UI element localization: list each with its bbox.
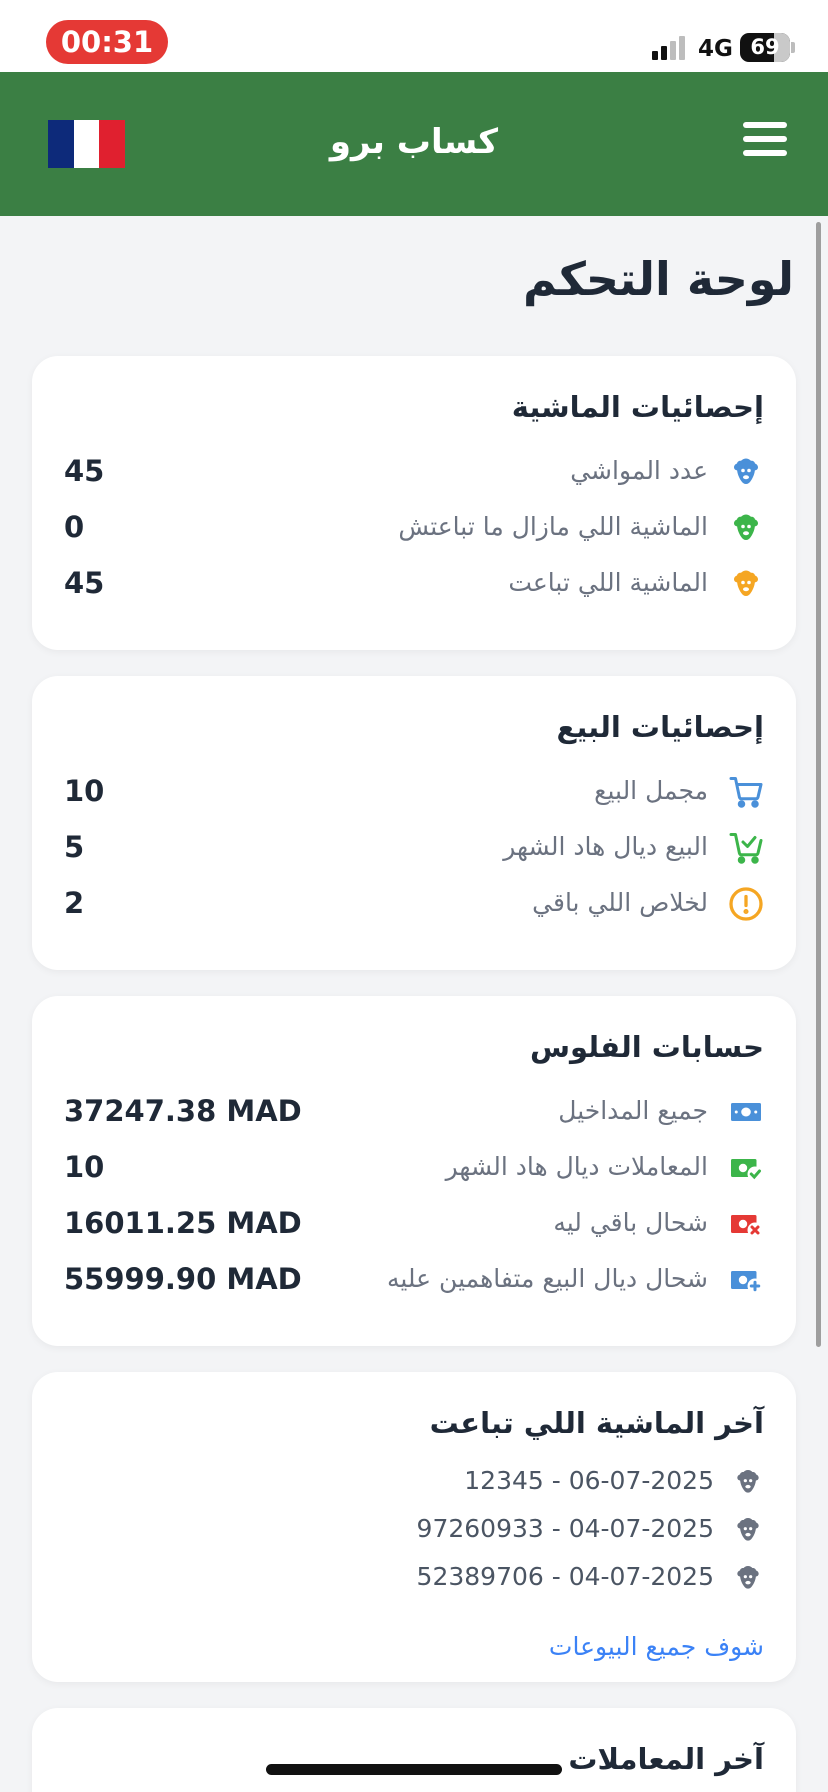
- stat-row-remaining-due: 16011.25 MAD شحال باقي ليه: [64, 1196, 764, 1252]
- card-title: آخر المعاملات: [568, 1742, 764, 1776]
- status-bar: 00:31 4G 69: [0, 0, 828, 72]
- sale-text: 52389706 - 04-07-2025: [416, 1562, 714, 1591]
- stat-row-month-transactions: 10 المعاملات ديال هاد الشهر: [64, 1140, 764, 1196]
- sheep-icon: [728, 454, 764, 490]
- cash-plus-icon: [728, 1262, 764, 1298]
- sheep-icon: [728, 566, 764, 602]
- battery-level: 69: [750, 35, 780, 59]
- stat-row-month-sales: 5 البيع ديال هاد الشهر: [64, 820, 764, 876]
- scrollbar[interactable]: [816, 222, 821, 1347]
- stat-label: عدد المواشي: [570, 456, 708, 485]
- alert-circle-icon: [728, 886, 764, 922]
- stat-label: مجمل البيع: [594, 776, 708, 805]
- cart-check-icon: [728, 830, 764, 866]
- stat-value: 2: [64, 886, 85, 920]
- stat-label: المعاملات ديال هاد الشهر: [445, 1152, 708, 1181]
- stat-row-sold-livestock: 45 الماشية اللي تباعت: [64, 556, 764, 612]
- sheep-icon: [732, 1562, 764, 1594]
- stat-row-unsold-livestock: 0 الماشية اللي مازال ما تباعتش: [64, 500, 764, 556]
- stat-label: البيع ديال هاد الشهر: [503, 832, 708, 861]
- cart-icon: [728, 774, 764, 810]
- list-item[interactable]: 97260933 - 04-07-2025: [164, 1508, 764, 1556]
- hamburger-menu-icon[interactable]: [740, 122, 790, 162]
- stat-value: 10: [64, 774, 105, 808]
- stat-label: الماشية اللي تباعت: [508, 568, 708, 597]
- list-item[interactable]: 52389706 - 04-07-2025: [164, 1556, 764, 1604]
- stat-value: 16011.25 MAD: [64, 1206, 302, 1240]
- stat-row-total-sales: 10 مجمل البيع: [64, 764, 764, 820]
- card-title: إحصائيات الماشية: [511, 390, 764, 424]
- stat-label: شحال ديال البيع متفاهمين عليه: [386, 1264, 708, 1293]
- view-all-sales-link[interactable]: شوف جميع البيوعات: [549, 1632, 764, 1661]
- app-title: كساب برو: [329, 122, 499, 162]
- sheep-icon: [732, 1514, 764, 1546]
- cash-icon: [728, 1094, 764, 1130]
- card-title: آخر الماشية اللي تباعت: [429, 1406, 764, 1440]
- livestock-stats-card: إحصائيات الماشية 45 عدد المواشي 0 الماشي…: [32, 356, 796, 650]
- card-title: حسابات الفلوس: [529, 1030, 764, 1064]
- stat-value: 55999.90 MAD: [64, 1262, 302, 1296]
- sale-text: 97260933 - 04-07-2025: [416, 1514, 714, 1543]
- stat-value: 45: [64, 454, 105, 488]
- stat-label: الماشية اللي مازال ما تباعتش: [398, 512, 708, 541]
- sheep-icon: [728, 510, 764, 546]
- stat-label: شحال باقي ليه: [553, 1208, 708, 1237]
- sale-text: 12345 - 06-07-2025: [464, 1466, 714, 1495]
- cash-x-icon: [728, 1206, 764, 1242]
- stat-label: جميع المداخيل: [558, 1096, 708, 1125]
- network-type: 4G: [698, 36, 733, 62]
- page-title: لوحة التحكم: [523, 252, 794, 306]
- signal-icon: [652, 36, 685, 60]
- sales-stats-card: إحصائيات البيع 10 مجمل البيع 5 البيع ديا…: [32, 676, 796, 970]
- stat-label: لخلاص اللي باقي: [532, 888, 708, 917]
- stat-row-total-income: 37247.38 MAD جميع المداخيل: [64, 1084, 764, 1140]
- sheep-icon: [732, 1466, 764, 1498]
- battery-icon: 69: [740, 33, 790, 62]
- stat-value: 37247.38 MAD: [64, 1094, 302, 1128]
- recent-transactions-card: آخر المعاملات: [32, 1708, 796, 1792]
- stat-row-livestock-count: 45 عدد المواشي: [64, 444, 764, 500]
- home-indicator[interactable]: [266, 1764, 562, 1775]
- cash-check-icon: [728, 1150, 764, 1186]
- app-bar: كساب برو: [0, 72, 828, 216]
- list-item[interactable]: 12345 - 06-07-2025: [164, 1460, 764, 1508]
- status-time: 00:31: [46, 20, 168, 64]
- money-accounts-card: حسابات الفلوس 37247.38 MAD جميع المداخيل…: [32, 996, 796, 1346]
- stat-value: 5: [64, 830, 85, 864]
- stat-value: 45: [64, 566, 105, 600]
- stat-value: 10: [64, 1150, 105, 1184]
- stat-value: 0: [64, 510, 85, 544]
- stat-row-agreed-sales: 55999.90 MAD شحال ديال البيع متفاهمين عل…: [64, 1252, 764, 1308]
- stat-row-pending-payment: 2 لخلاص اللي باقي: [64, 876, 764, 932]
- recent-sales-card: آخر الماشية اللي تباعت 12345 - 06-07-202…: [32, 1372, 796, 1682]
- battery-cap: [791, 42, 795, 53]
- card-title: إحصائيات البيع: [556, 710, 764, 744]
